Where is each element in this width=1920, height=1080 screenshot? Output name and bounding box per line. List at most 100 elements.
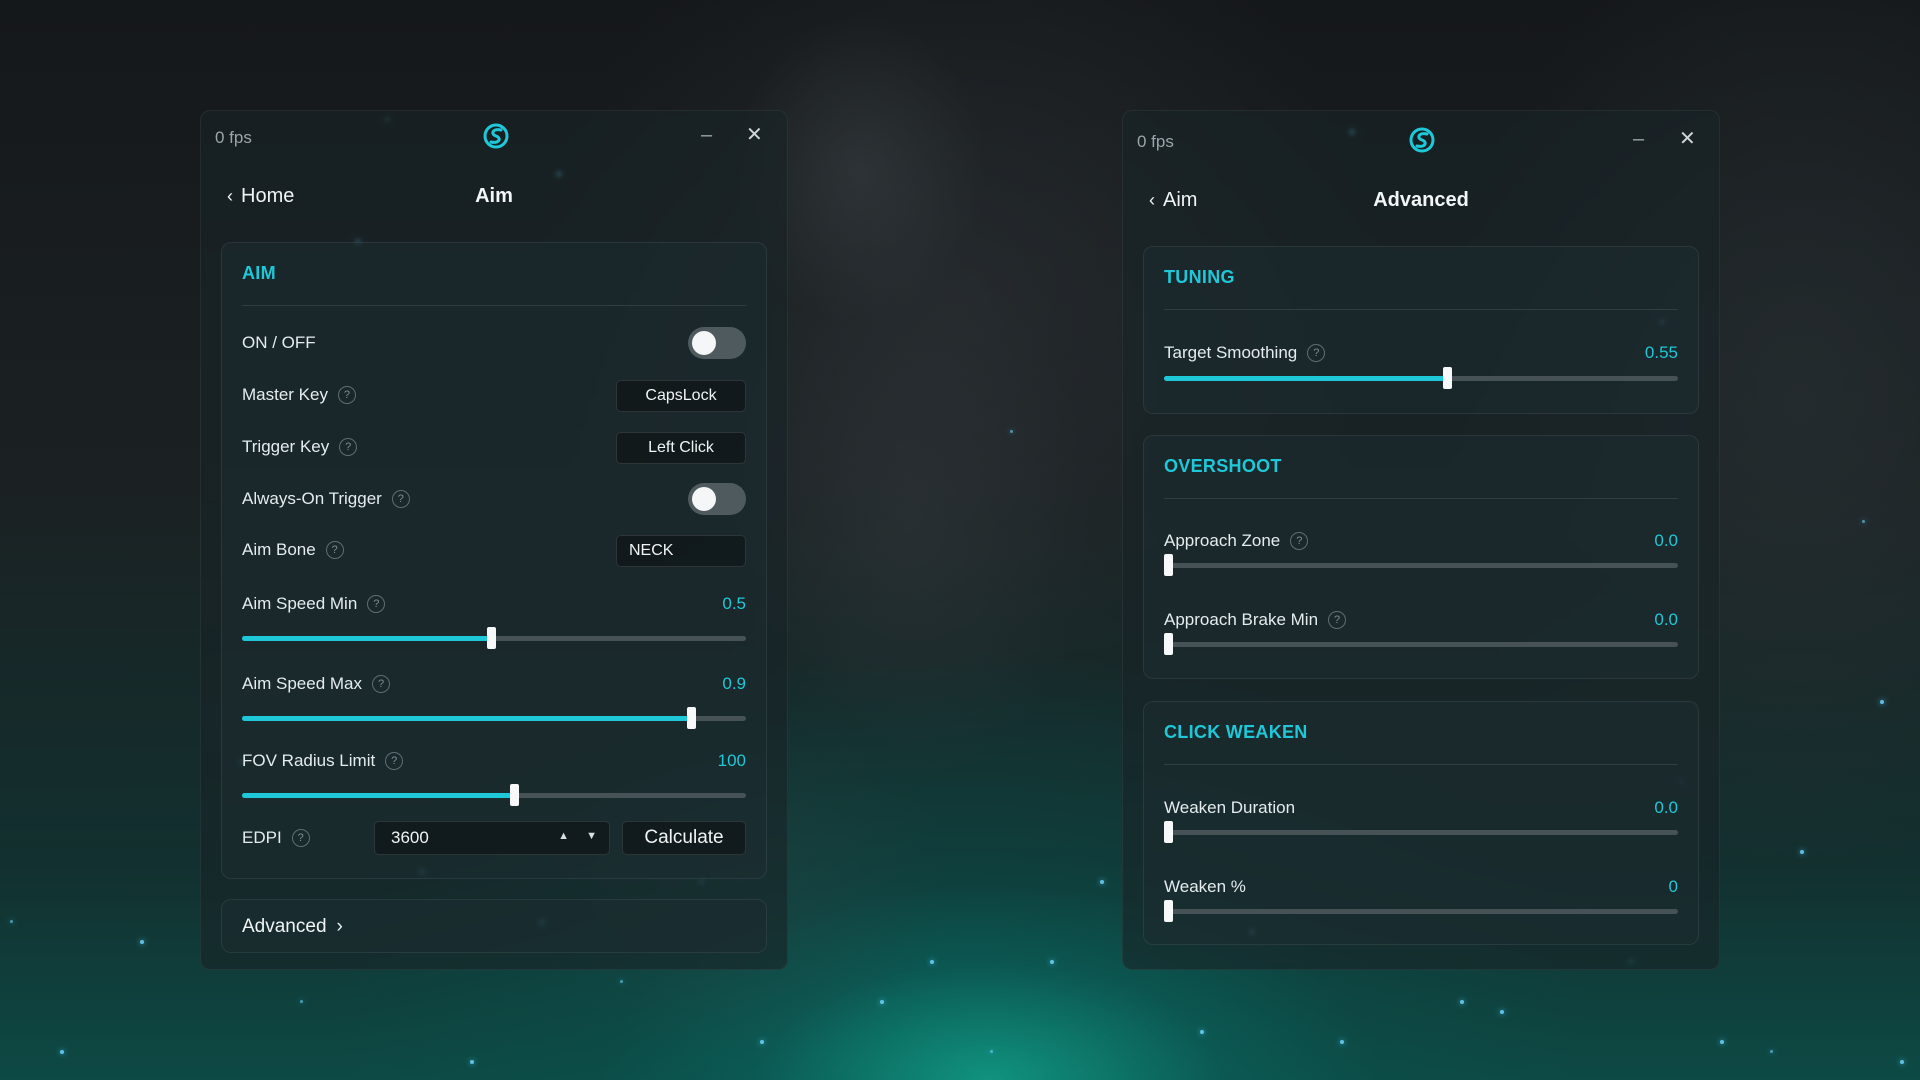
section-heading-tuning: TUNING	[1164, 267, 1235, 287]
page-title: Aim	[475, 185, 513, 207]
edpi-label: EDPI	[242, 828, 282, 847]
approach-brake-min-row: Approach Brake Min? 0.0	[1164, 610, 1678, 664]
trigger-key-button[interactable]: Left Click	[616, 432, 746, 464]
aim-speed-min-row: Aim Speed Min? 0.5	[242, 594, 746, 649]
advanced-card[interactable]: Advanced ›	[221, 899, 767, 953]
particle-dot	[930, 960, 934, 964]
divider	[1164, 764, 1678, 765]
toggle-knob	[692, 487, 716, 511]
help-icon[interactable]: ?	[1290, 532, 1309, 550]
aim-settings-window: 0 fps – ✕ ‹ Home Aim AIM ON / OFF Master…	[200, 110, 788, 970]
weaken-duration-slider[interactable]	[1164, 821, 1678, 843]
app-logo-icon	[483, 123, 509, 149]
help-icon[interactable]: ?	[1307, 344, 1326, 362]
help-icon[interactable]: ?	[325, 541, 344, 559]
aim-speed-max-label: Aim Speed Max	[242, 674, 362, 693]
weaken-percent-value: 0	[1668, 877, 1678, 896]
approach-zone-slider[interactable]	[1164, 554, 1678, 576]
edpi-input-box: ▲ ▼	[374, 821, 610, 855]
target-smoothing-label: Target Smoothing	[1164, 343, 1298, 362]
on-off-toggle[interactable]	[688, 327, 746, 359]
weaken-duration-value: 0.0	[1654, 798, 1678, 817]
aim-bone-select[interactable]: NECK	[616, 535, 746, 567]
particle-dot	[1500, 1010, 1504, 1014]
aim-speed-min-label: Aim Speed Min	[242, 594, 358, 613]
slider-thumb[interactable]	[1164, 554, 1173, 576]
particle-dot	[10, 920, 13, 923]
particle-dot	[470, 1060, 474, 1064]
increment-icon[interactable]: ▲	[558, 830, 569, 842]
help-icon[interactable]: ?	[339, 438, 358, 456]
slider-thumb[interactable]	[686, 707, 696, 729]
slider-fill	[242, 793, 515, 798]
particle-dot	[1770, 1050, 1773, 1053]
title-bar[interactable]: 0 fps – ✕	[201, 111, 787, 161]
slider-thumb[interactable]	[1442, 367, 1452, 389]
fov-radius-limit-slider[interactable]	[242, 784, 746, 806]
particle-dot	[1340, 1040, 1344, 1044]
slider-thumb[interactable]	[1164, 821, 1173, 843]
particle-dot	[1880, 700, 1884, 704]
approach-zone-value: 0.0	[1654, 531, 1678, 550]
always-on-trigger-toggle[interactable]	[688, 483, 746, 515]
toggle-knob	[692, 331, 716, 355]
edpi-input[interactable]	[391, 828, 541, 848]
slider-fill	[1164, 376, 1447, 381]
fps-counter: 0 fps	[1137, 132, 1174, 151]
section-heading-click-weaken: CLICK WEAKEN	[1164, 722, 1308, 742]
help-icon[interactable]: ?	[372, 675, 390, 693]
close-button[interactable]: ✕	[746, 125, 763, 145]
minimize-button[interactable]: –	[701, 125, 712, 145]
click-weaken-card: CLICK WEAKEN Weaken Duration 0.0 Weaken …	[1143, 701, 1699, 945]
aim-speed-min-slider[interactable]	[242, 627, 746, 649]
approach-zone-row: Approach Zone? 0.0	[1164, 531, 1678, 585]
advanced-settings-window: 0 fps – ✕ ‹ Aim Advanced TUNING Target S…	[1122, 110, 1720, 970]
weaken-duration-row: Weaken Duration 0.0	[1164, 798, 1678, 852]
calculate-button[interactable]: Calculate	[622, 821, 746, 855]
section-heading-aim: AIM	[242, 263, 276, 283]
particle-dot	[1862, 520, 1865, 523]
slider-thumb[interactable]	[487, 627, 497, 649]
target-smoothing-value: 0.55	[1644, 343, 1678, 362]
section-heading-overshoot: OVERSHOOT	[1164, 456, 1282, 476]
advanced-link[interactable]: Advanced ›	[242, 916, 343, 938]
weaken-percent-slider[interactable]	[1164, 900, 1678, 922]
fov-radius-limit-row: FOV Radius Limit? 100	[242, 751, 746, 806]
master-key-button[interactable]: CapsLock	[616, 380, 746, 412]
aim-bone-label: Aim Bone	[242, 540, 316, 559]
always-on-trigger-label: Always-On Trigger	[242, 489, 382, 508]
decrement-icon[interactable]: ▼	[586, 830, 597, 842]
particle-dot	[1900, 1060, 1904, 1064]
weaken-percent-row: Weaken % 0	[1164, 877, 1678, 931]
approach-brake-min-value: 0.0	[1654, 610, 1678, 629]
chevron-right-icon: ›	[336, 916, 343, 937]
help-icon[interactable]: ?	[337, 386, 356, 404]
help-icon[interactable]: ?	[291, 829, 310, 847]
aim-speed-min-value: 0.5	[722, 594, 746, 613]
help-icon[interactable]: ?	[367, 595, 386, 613]
particle-dot	[1800, 850, 1804, 854]
slider-thumb[interactable]	[1164, 633, 1173, 655]
aim-speed-max-slider[interactable]	[242, 707, 746, 729]
master-key-row: Master Key? CapsLock	[242, 379, 746, 413]
master-key-label: Master Key	[242, 385, 328, 404]
slider-thumb[interactable]	[510, 784, 520, 806]
help-icon[interactable]: ?	[385, 752, 404, 770]
approach-brake-min-label: Approach Brake Min	[1164, 610, 1319, 629]
help-icon[interactable]: ?	[1328, 611, 1347, 629]
overshoot-card: OVERSHOOT Approach Zone? 0.0 Approach Br…	[1143, 435, 1699, 679]
minimize-button[interactable]: –	[1633, 129, 1644, 149]
slider-fill	[242, 716, 691, 721]
on-off-label: ON / OFF	[242, 333, 316, 352]
nav-bar: ‹ Aim Advanced	[1123, 185, 1719, 221]
help-icon[interactable]: ?	[391, 490, 410, 508]
weaken-duration-label: Weaken Duration	[1164, 798, 1296, 817]
close-button[interactable]: ✕	[1679, 129, 1696, 149]
particle-dot	[140, 940, 144, 944]
trigger-key-label: Trigger Key	[242, 437, 330, 456]
slider-thumb[interactable]	[1164, 900, 1173, 922]
target-smoothing-slider[interactable]	[1164, 367, 1678, 389]
title-bar[interactable]: 0 fps – ✕	[1123, 111, 1719, 161]
approach-brake-min-slider[interactable]	[1164, 633, 1678, 655]
nav-bar: ‹ Home Aim	[201, 181, 787, 217]
